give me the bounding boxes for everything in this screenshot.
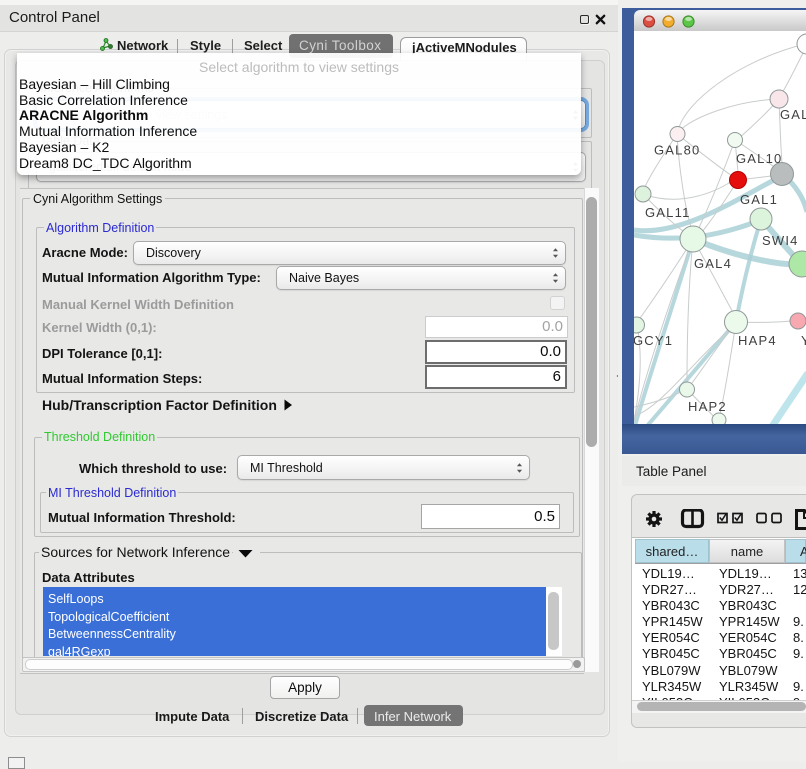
svg-text:GCY1: GCY1 xyxy=(634,333,673,348)
svg-text:HAP2: HAP2 xyxy=(688,399,727,414)
svg-text:HAP4: HAP4 xyxy=(738,333,777,348)
svg-text:GAL80: GAL80 xyxy=(654,143,700,158)
svg-text:GAL1: GAL1 xyxy=(740,192,778,207)
svg-text:GAL4: GAL4 xyxy=(694,256,732,271)
svg-text:GAL10: GAL10 xyxy=(736,151,782,166)
svg-text:GAL11: GAL11 xyxy=(645,205,691,220)
svg-text:GAL: GAL xyxy=(780,107,806,122)
svg-text:SWI4: SWI4 xyxy=(762,233,799,248)
svg-text:Y: Y xyxy=(801,333,806,348)
